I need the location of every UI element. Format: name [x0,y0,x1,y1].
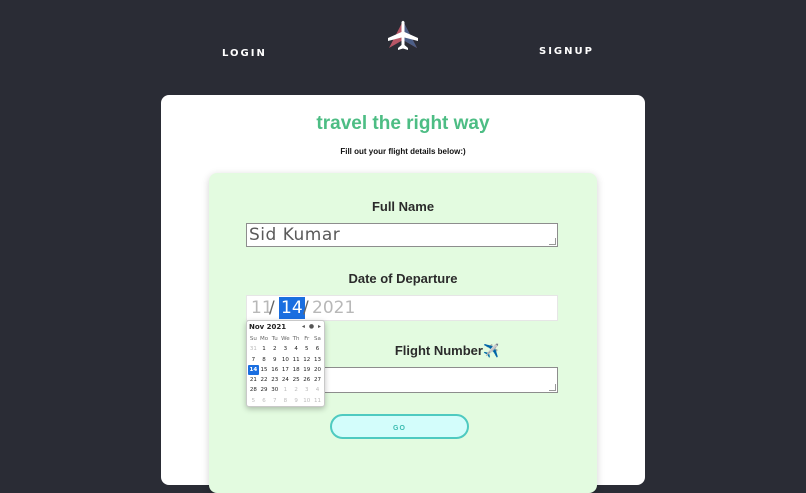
calendar-day[interactable]: 30 [269,385,280,395]
calendar-week-row: 5 6 7 8 9 10 11 [248,396,323,406]
calendar-day[interactable]: 22 [259,375,270,385]
calendar-weekday: Th [292,336,300,342]
calendar-day[interactable]: 1 [259,344,270,354]
date-separator: / [303,298,309,318]
calendar-day[interactable]: 4 [291,344,302,354]
calendar-day[interactable]: 2 [291,385,302,395]
calendar-day[interactable]: 18 [291,365,302,375]
calendar-day[interactable]: 9 [291,396,302,406]
resize-handle-icon[interactable] [549,238,556,245]
calendar-day[interactable]: 12 [301,355,312,365]
page-title: travel the right way [316,113,490,134]
calendar-day[interactable]: 5 [301,344,312,354]
calendar-day[interactable]: 2 [269,344,280,354]
calendar-day[interactable]: 10 [280,355,291,365]
calendar-day-selected[interactable]: 14 [248,364,259,376]
calendar-day[interactable]: 16 [269,365,280,375]
calendar-day[interactable]: 3 [280,344,291,354]
go-button[interactable]: GO [330,414,469,439]
calendar-day[interactable]: 29 [259,385,270,395]
calendar-day[interactable]: 13 [312,355,323,365]
calendar-day[interactable]: 7 [248,355,259,365]
calendar-weekday-row: Su Mo Tu We Th Fr Sa [248,334,323,344]
calendar-day[interactable]: 26 [301,375,312,385]
calendar-day[interactable]: 17 [280,365,291,375]
calendar-day[interactable]: 15 [259,365,270,375]
calendar-week-row: 31 1 2 3 4 5 6 [248,344,323,354]
calendar-day[interactable]: 20 [312,365,323,375]
calendar-weekday: Mo [259,336,269,342]
full-name-value: Sid Kumar [249,225,341,245]
calendar-day[interactable]: 7 [269,396,280,406]
calendar-weekday: Su [249,336,257,342]
signup-link[interactable]: SIGNUP [539,46,594,57]
calendar-day[interactable]: 21 [248,375,259,385]
calendar-day[interactable]: 1 [280,385,291,395]
calendar-day[interactable]: 5 [248,396,259,406]
calendar-day[interactable]: 3 [301,385,312,395]
calendar-day[interactable]: 28 [248,385,259,395]
calendar-weekday: Fr [304,336,310,342]
calendar-grid: Su Mo Tu We Th Fr Sa 31 1 2 3 4 5 6 7 8 9 10 11 12 13 14 15 16 1… [248,334,323,406]
calendar-weekday: Tu [271,336,278,342]
calendar-weekday: We [281,336,290,342]
calendar-day[interactable]: 10 [301,396,312,406]
flight-form-card: travel the right way Fill out your fligh… [161,95,645,493]
calendar-day[interactable]: 31 [248,344,259,354]
calendar-day[interactable]: 27 [312,375,323,385]
calendar-day[interactable]: 23 [269,375,280,385]
calendar-week-row: 7 8 9 10 11 12 13 [248,355,323,365]
page-subtitle: Fill out your flight details below:) [340,147,466,156]
resize-handle-icon[interactable] [549,384,556,391]
calendar-week-row: 14 15 16 17 18 19 20 [248,364,323,376]
full-name-field[interactable]: Sid Kumar [246,223,558,247]
calendar-day[interactable]: 9 [269,355,280,365]
calendar-day[interactable]: 11 [312,396,323,406]
full-name-label: Full Name [371,199,435,214]
date-of-departure-field[interactable]: 11 / 14 / 2021 [246,295,558,321]
calendar-day[interactable]: 8 [259,355,270,365]
date-picker-popup[interactable]: Nov 2021 ◂ ● ▸ Su Mo Tu We Th Fr Sa 31 1 2 3 4 5 6 7 8 9… [246,320,325,407]
calendar-weekday: Sa [314,336,321,342]
calendar-nav-arrows-icon[interactable]: ◂ ● ▸ [302,323,322,330]
date-separator: / [269,298,275,318]
calendar-day[interactable]: 6 [259,396,270,406]
date-of-departure-label: Date of Departure [348,271,458,286]
calendar-day[interactable]: 19 [301,365,312,375]
calendar-day[interactable]: 11 [291,355,302,365]
airplane-icon [385,18,421,54]
calendar-day[interactable]: 8 [280,396,291,406]
calendar-month-label: Nov 2021 [249,323,287,331]
calendar-day[interactable]: 24 [280,375,291,385]
calendar-week-row: 28 29 30 1 2 3 4 [248,385,323,395]
calendar-day[interactable]: 25 [291,375,302,385]
login-link[interactable]: LOGIN [222,48,267,59]
calendar-week-row: 21 22 23 24 25 26 27 [248,375,323,385]
calendar-day[interactable]: 6 [312,344,323,354]
date-day-segment[interactable]: 14 [279,297,305,319]
date-year-segment[interactable]: 2021 [312,298,355,318]
calendar-day[interactable]: 4 [312,385,323,395]
